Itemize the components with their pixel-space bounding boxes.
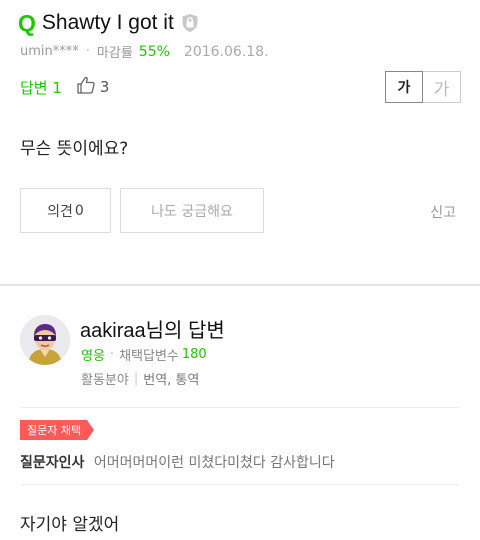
thanks-label: 질문자인사 xyxy=(20,455,85,471)
close-rate-value: 55% xyxy=(138,43,170,60)
question-body: 무슨 뜻이에요? xyxy=(20,139,129,159)
divider xyxy=(20,484,460,485)
font-size-normal-button[interactable]: 가 xyxy=(385,71,423,103)
answer-count[interactable]: 답변 1 xyxy=(20,77,62,98)
field-value: 번역, 통역 xyxy=(143,373,200,388)
meta-separator: · xyxy=(85,44,90,59)
opinion-button[interactable]: 의견 0 xyxy=(20,188,111,233)
opinion-label: 의견 xyxy=(47,203,73,220)
field-label: 활동분야 xyxy=(81,373,129,388)
answer-title: aakiraa님의 답변 xyxy=(80,320,225,342)
close-rate-label: 마감률 xyxy=(96,46,133,61)
answerer-field: 활동분야 | 번역, 통역 xyxy=(81,369,199,388)
me-too-curious-button[interactable]: 나도 궁금해요 xyxy=(120,188,264,233)
answer-body: 자기야 알겠어 xyxy=(20,515,120,535)
thanks-text: 어머머머머이런 미쳤다미쳤다 감사합니다 xyxy=(93,455,335,471)
answerer-meta: 영웅 · 채택답변수 180 xyxy=(81,345,207,364)
opinion-count: 0 xyxy=(74,202,84,219)
font-size-toggle: 가 가 xyxy=(385,71,461,103)
report-link[interactable]: 신고 xyxy=(430,202,456,222)
like-button[interactable]: 3 xyxy=(76,76,110,98)
asker-adopted-badge: 질문자 채택 xyxy=(20,420,95,440)
meta-separator: · xyxy=(109,347,115,362)
question-meta: umin**** · 마감률 55% 2016.06.18. xyxy=(20,42,269,62)
question-stats: 답변 1 3 xyxy=(20,76,109,98)
divider xyxy=(20,407,460,408)
adopted-answers-count: 180 xyxy=(181,347,207,362)
question-mark-q: Q xyxy=(18,9,36,36)
answerer-grade: 영웅 xyxy=(81,349,105,364)
asker-thanks: 질문자인사 어머머머머이런 미쳤다미쳤다 감사합니다 xyxy=(20,452,335,472)
question-title-row: Q Shawty I got it xyxy=(18,8,199,38)
field-separator: | xyxy=(133,371,139,386)
avatar-icon[interactable] xyxy=(20,315,70,365)
thumbs-up-icon xyxy=(76,76,96,98)
question-actions: 의견 0 나도 궁금해요 xyxy=(20,188,264,233)
like-count: 3 xyxy=(99,78,110,96)
question-title: Shawty I got it xyxy=(41,11,174,34)
adopted-answers-label: 채택답변수 xyxy=(119,349,179,364)
lock-shield-icon xyxy=(181,13,199,33)
question-author[interactable]: umin**** xyxy=(20,44,79,59)
section-divider xyxy=(0,284,480,286)
question-date: 2016.06.18. xyxy=(183,43,269,60)
font-size-large-button[interactable]: 가 xyxy=(423,71,461,103)
